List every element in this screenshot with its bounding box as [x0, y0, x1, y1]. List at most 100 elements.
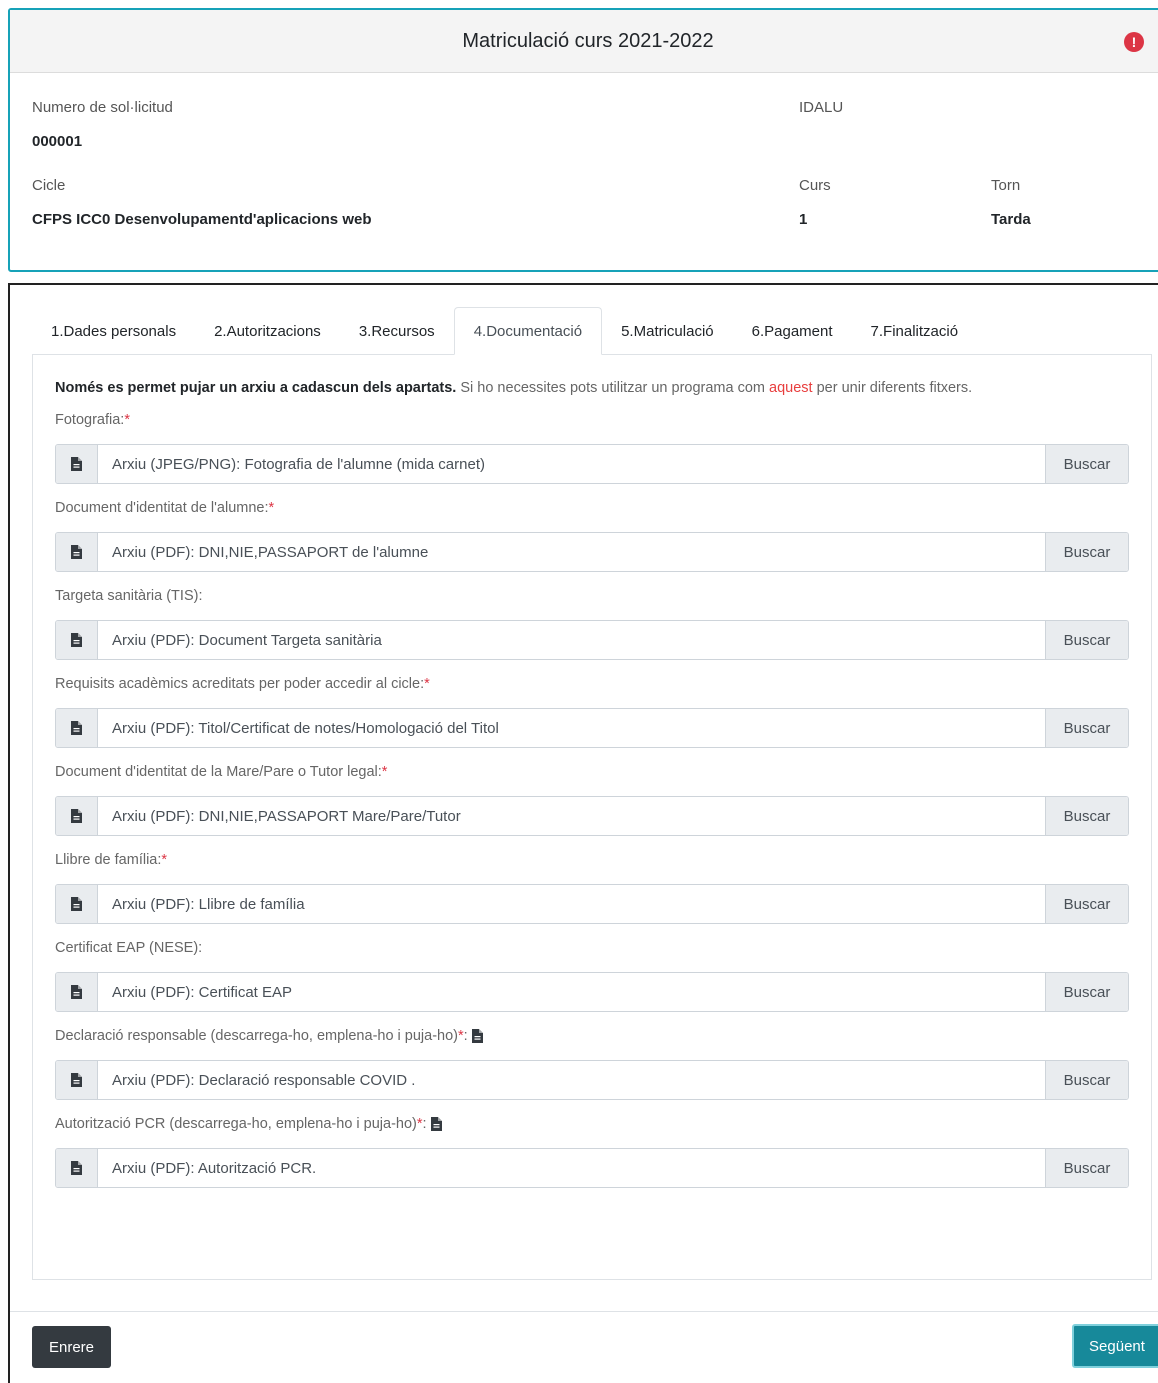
document-field: Document d'identitat de l'alumne:* Buscar [55, 498, 1129, 572]
page-title: Matriculació curs 2021-2022 [462, 29, 714, 52]
tab-step-4[interactable]: 4.Documentació [453, 307, 603, 355]
tab-step-3[interactable]: 3.Recursos [340, 307, 454, 355]
field-label-text: Requisits acadèmics acreditats per poder… [55, 676, 425, 692]
field-label: Llibre de família: * [55, 850, 1129, 870]
merge-tool-link[interactable]: aquest [769, 380, 813, 396]
field-label: Declaració responsable (descarrega-ho, e… [55, 1026, 1129, 1046]
browse-button[interactable]: Buscar [1045, 709, 1128, 747]
browse-button[interactable]: Buscar [1045, 445, 1128, 483]
upload-notice: Només es permet pujar un arxiu a cadascu… [55, 380, 1129, 396]
course-value: 1 [799, 211, 808, 228]
browse-button[interactable]: Buscar [1045, 885, 1128, 923]
required-marker: * [381, 764, 388, 780]
file-input-group: Buscar [55, 1148, 1129, 1188]
browse-button[interactable]: Buscar [1045, 621, 1128, 659]
upload-notice-text: Si ho necessites pots utilitzar un progr… [456, 380, 770, 396]
request-number-label: Numero de sol·licitud [32, 99, 173, 116]
file-input-group: Buscar [55, 620, 1129, 660]
shift-label: Torn [991, 177, 1021, 194]
browse-button[interactable]: Buscar [1045, 1149, 1128, 1187]
file-icon [56, 445, 98, 483]
browse-button[interactable]: Buscar [1045, 1061, 1128, 1099]
file-input[interactable] [98, 797, 1045, 835]
file-input[interactable] [98, 1149, 1045, 1187]
exclamation-circle-icon[interactable]: ! [1124, 32, 1144, 52]
tab-step-2[interactable]: 2.Autoritzacions [195, 307, 340, 355]
enrolment-form-panel: 1.Dades personals 2.Autoritzacions 3.Recur… [8, 283, 1158, 1383]
document-fields: Fotografia:*BuscarDocument d'identitat d… [55, 410, 1129, 1188]
required-marker: * [268, 500, 275, 516]
browse-button[interactable]: Buscar [1045, 797, 1128, 835]
field-label-text: Declaració responsable (descarrega-ho, e… [55, 1028, 458, 1044]
file-input[interactable] [98, 445, 1045, 483]
next-button[interactable]: Següent [1072, 1324, 1158, 1368]
field-label-text: Document d'identitat de la Mare/Pare o T… [55, 764, 382, 780]
document-field: Requisits acadèmics acreditats per poder… [55, 674, 1129, 748]
course-label: Curs [799, 177, 831, 194]
file-icon [56, 621, 98, 659]
file-input[interactable] [98, 709, 1045, 747]
file-input[interactable] [98, 533, 1045, 571]
document-field: Certificat EAP (NESE): Buscar [55, 938, 1129, 1012]
header-title-bar: Matriculació curs 2021-2022 ! [10, 10, 1158, 73]
file-input-group: Buscar [55, 708, 1129, 748]
browse-button[interactable]: Buscar [1045, 973, 1128, 1011]
file-input-group: Buscar [55, 796, 1129, 836]
file-icon [56, 1061, 98, 1099]
file-icon [56, 709, 98, 747]
required-marker: * [161, 852, 168, 868]
field-label: Requisits acadèmics acreditats per poder… [55, 674, 1129, 694]
document-field: Llibre de família:* Buscar [55, 850, 1129, 924]
back-button[interactable]: Enrere [32, 1326, 111, 1368]
documentation-tab-content: Només es permet pujar un arxiu a cadascu… [32, 355, 1152, 1280]
file-input[interactable] [98, 1061, 1045, 1099]
file-input-group: Buscar [55, 884, 1129, 924]
document-field: Fotografia:* Buscar [55, 410, 1129, 484]
file-icon [56, 797, 98, 835]
field-label-text: Llibre de família: [55, 852, 162, 868]
idalu-label: IDALU [799, 99, 844, 116]
file-input-group: Buscar [55, 532, 1129, 572]
file-input[interactable] [98, 973, 1045, 1011]
tab-step-5[interactable]: 5.Matriculació [602, 307, 733, 355]
file-input[interactable] [98, 885, 1045, 923]
cycle-value: CFPS ICC0 Desenvolupamentd'aplicacions w… [32, 211, 372, 228]
field-label: Fotografia: * [55, 410, 1129, 430]
file-input[interactable] [98, 621, 1045, 659]
field-label-text: Targeta sanitària (TIS): [55, 588, 203, 604]
field-label: Certificat EAP (NESE): [55, 938, 1129, 958]
file-input-group: Buscar [55, 1060, 1129, 1100]
document-field: Autorització PCR (descarrega-ho, emplena… [55, 1114, 1129, 1188]
field-label: Document d'identitat de la Mare/Pare o T… [55, 762, 1129, 782]
tab-step-7[interactable]: 7.Finalització [852, 307, 978, 355]
step-tabs: 1.Dades personals 2.Autoritzacions 3.Recur… [32, 307, 1152, 355]
field-label: Document d'identitat de l'alumne: * [55, 498, 1129, 518]
tab-step-1[interactable]: 1.Dades personals [32, 307, 195, 355]
file-icon [56, 533, 98, 571]
file-icon [56, 885, 98, 923]
field-label-text: Document d'identitat de l'alumne: [55, 500, 269, 516]
request-number-value: 000001 [32, 133, 83, 150]
file-icon [56, 1149, 98, 1187]
document-field: Declaració responsable (descarrega-ho, e… [55, 1026, 1129, 1100]
shift-value: Tarda [991, 211, 1031, 228]
field-label-text: Fotografia: [55, 412, 125, 428]
download-file-icon[interactable] [430, 1117, 442, 1131]
field-label: Targeta sanitària (TIS): [55, 586, 1129, 606]
field-label-text: Certificat EAP (NESE): [55, 940, 203, 956]
document-field: Document d'identitat de la Mare/Pare o T… [55, 762, 1129, 836]
file-input-group: Buscar [55, 972, 1129, 1012]
download-file-icon[interactable] [471, 1029, 483, 1043]
file-input-group: Buscar [55, 444, 1129, 484]
upload-notice-text-end: per unir diferents fitxers. [812, 380, 973, 396]
tab-step-6[interactable]: 6.Pagament [733, 307, 852, 355]
file-icon [56, 973, 98, 1011]
cycle-label: Cicle [32, 177, 66, 194]
browse-button[interactable]: Buscar [1045, 533, 1128, 571]
field-label-text: Autorització PCR (descarrega-ho, emplena… [55, 1116, 417, 1132]
upload-notice-bold: Només es permet pujar un arxiu a cadascu… [55, 380, 457, 396]
field-label-suffix: : [463, 1028, 468, 1044]
field-label: Autorització PCR (descarrega-ho, emplena… [55, 1114, 1129, 1134]
document-field: Targeta sanitària (TIS): Buscar [55, 586, 1129, 660]
footer-divider [10, 1311, 1158, 1312]
